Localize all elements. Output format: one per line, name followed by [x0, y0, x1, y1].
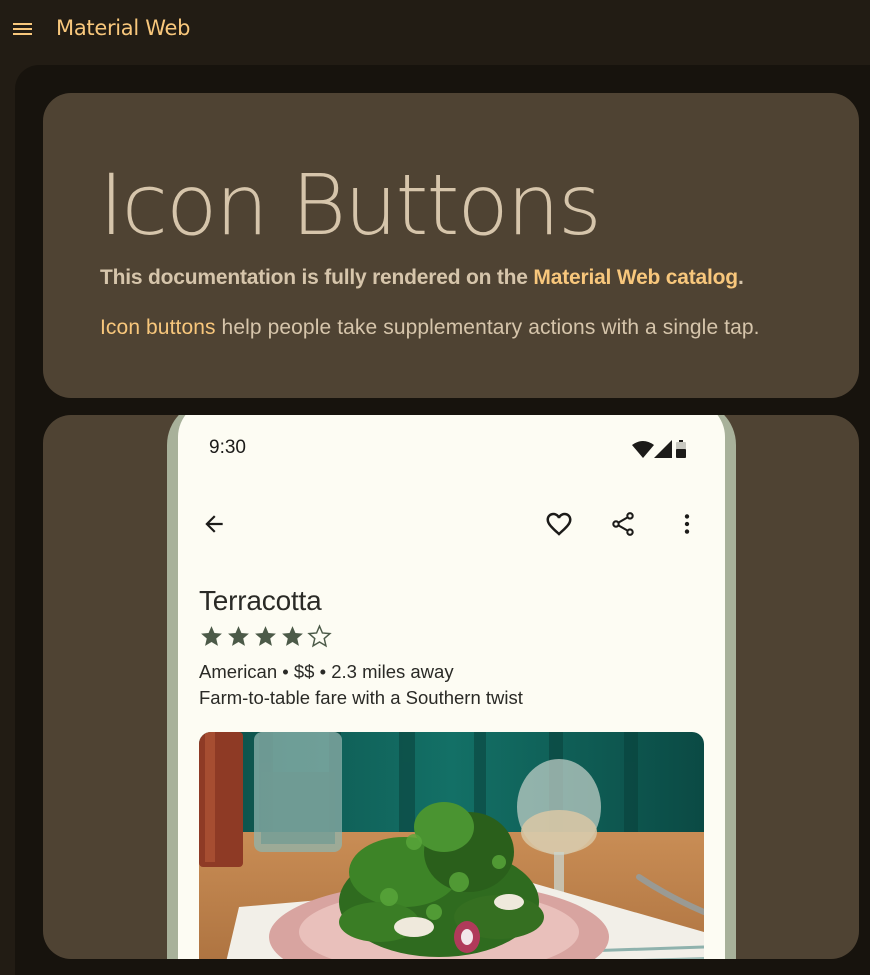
arrow-back-icon: [205, 515, 223, 533]
phone-screen: 9:30 Terracotta American • $$ • 2.3 mile…: [178, 415, 725, 959]
favorite-button[interactable]: [539, 504, 579, 544]
status-icons: [630, 439, 700, 463]
food-photo: [199, 732, 704, 959]
more-options-button[interactable]: [667, 504, 707, 544]
hero-subtitle: This documentation is fully rendered on …: [100, 266, 744, 290]
star-outline-icon: [307, 624, 332, 648]
battery-icon: [676, 440, 686, 458]
menu-icon[interactable]: [13, 20, 35, 38]
back-button[interactable]: [194, 504, 234, 544]
subtitle-suffix: .: [737, 266, 744, 289]
more-vert-icon: [684, 514, 690, 534]
star-filled-icon: [201, 626, 222, 646]
signal-icon: [654, 440, 672, 458]
subtitle-prefix: This documentation is fully rendered on …: [100, 266, 534, 289]
share-icon: [612, 512, 634, 536]
catalog-link[interactable]: Material Web catalog: [533, 266, 738, 289]
heart-outline-icon: [546, 512, 572, 536]
star-filled-icon: [282, 626, 303, 646]
share-button[interactable]: [603, 504, 643, 544]
demo-card: 9:30 Terracotta American • $$ • 2.3 mile…: [43, 415, 859, 959]
hero-description: Icon buttons help people take supplement…: [100, 316, 760, 340]
app-title[interactable]: Material Web: [56, 16, 190, 40]
restaurant-description: Farm-to-table fare with a Southern twist: [199, 687, 523, 708]
status-time: 9:30: [209, 437, 246, 458]
star-filled-icon: [255, 626, 276, 646]
wifi-icon: [632, 441, 654, 458]
rating-stars: [199, 624, 332, 649]
top-app-bar: Material Web: [0, 0, 870, 60]
restaurant-name: Terracotta: [199, 585, 322, 616]
page-title: Icon Buttons: [99, 156, 602, 254]
star-filled-icon: [228, 626, 249, 646]
hero-card: Icon Buttons This documentation is fully…: [43, 93, 859, 398]
description-text: help people take supplementary actions w…: [215, 316, 760, 339]
restaurant-meta: American • $$ • 2.3 miles away: [199, 661, 454, 682]
icon-buttons-link[interactable]: Icon buttons: [100, 316, 216, 339]
